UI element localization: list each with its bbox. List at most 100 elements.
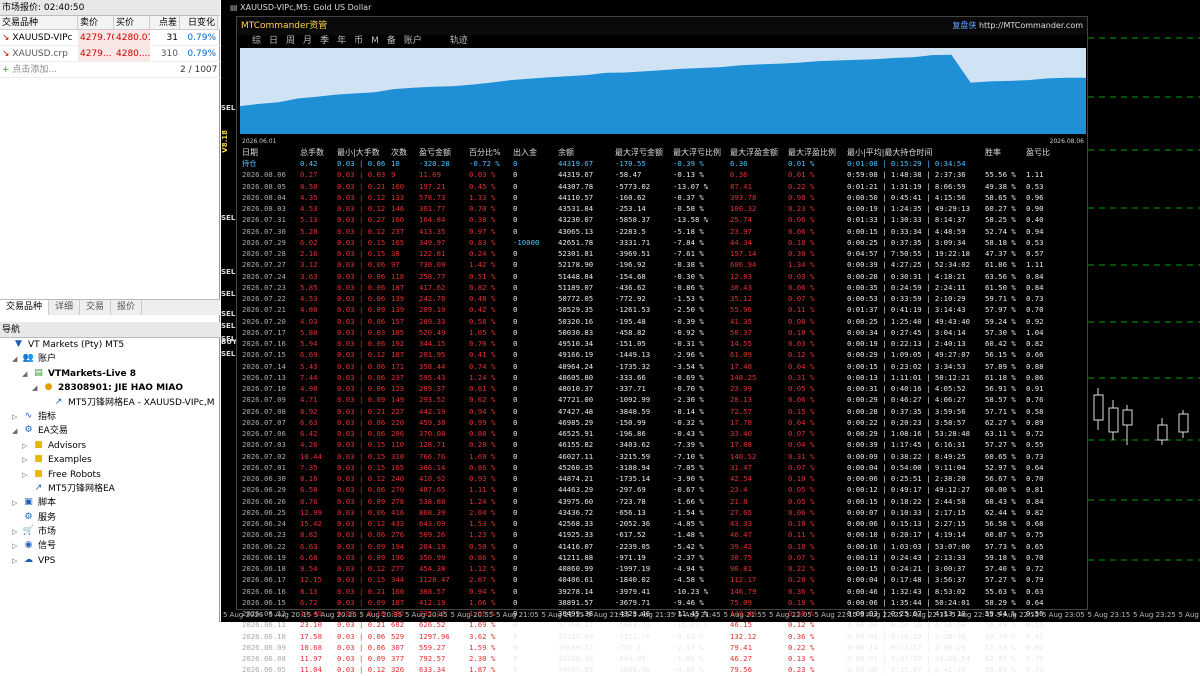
expand-icon[interactable]: ▷ bbox=[22, 468, 32, 482]
expand-icon[interactable]: ◢ bbox=[12, 352, 22, 366]
nav-item[interactable]: ▼VT Markets (Pty) MT5 bbox=[0, 338, 220, 352]
col-header[interactable]: 日期 bbox=[242, 147, 300, 158]
nav-item[interactable]: ↗MT5刀锋网格EA - XAUUSD-VIPc,M bbox=[0, 396, 220, 410]
stats-row[interactable]: 2026.07.066.420.03 | 0.06206370.080.80 %… bbox=[237, 428, 1087, 439]
nav-item[interactable]: ◢👥账户 bbox=[0, 352, 220, 366]
stats-row[interactable]: 2026.06.168.130.03 | 0.21160388.570.94 %… bbox=[237, 586, 1087, 597]
stats-row[interactable]: 2026.07.273.120.03 | 0.0697730.091.42 %0… bbox=[237, 259, 1087, 270]
stats-row[interactable]: 2026.07.094.710.03 | 0.09149293.520.62 %… bbox=[237, 394, 1087, 405]
nav-item[interactable]: ◢⚙EA交易 bbox=[0, 424, 220, 438]
stats-row[interactable]: 2026.07.156.690.03 | 0.12187201.950.41 %… bbox=[237, 349, 1087, 360]
expand-icon[interactable]: ◢ bbox=[22, 367, 32, 381]
stats-row[interactable]: 2026.06.156.720.03 | 0.09187412.191.06 %… bbox=[237, 597, 1087, 608]
tab-symbols[interactable]: 交易品种 bbox=[0, 300, 49, 315]
brand-url[interactable]: http://MTCommander.com bbox=[976, 21, 1083, 30]
stats-row[interactable]: 2026.07.165.940.03 | 0.06192344.150.70 %… bbox=[237, 338, 1087, 349]
expand-icon[interactable]: ▷ bbox=[12, 554, 22, 568]
tab-ticks[interactable]: 报价 bbox=[111, 300, 142, 315]
stats-row[interactable]: 2026.06.226.630.03 | 0.09194204.190.50 %… bbox=[237, 541, 1087, 552]
panel-tab[interactable]: 账户 bbox=[403, 35, 423, 48]
nav-item[interactable]: ▷■Advisors bbox=[0, 439, 220, 453]
stats-row[interactable]: 2026.06.268.760.03 | 0.09278538.881.24 %… bbox=[237, 496, 1087, 507]
expand-icon[interactable]: ◢ bbox=[32, 381, 42, 395]
expand-icon[interactable]: ▷ bbox=[22, 453, 32, 467]
col-header[interactable]: 胜率 bbox=[985, 147, 1026, 158]
symbol-row[interactable]: ↘ XAUUSD.crp 4279... 4280.... 310 0.79% bbox=[0, 46, 220, 62]
nav-item[interactable]: ▷∿指标 bbox=[0, 410, 220, 424]
stats-row[interactable]: 2026.07.076.630.03 | 0.06220459.380.99 %… bbox=[237, 417, 1087, 428]
panel-tab[interactable]: 币 bbox=[353, 35, 364, 48]
stats-row[interactable]: 2026.07.305.280.03 | 0.12237413.350.97 %… bbox=[237, 226, 1087, 237]
expand-icon[interactable]: ◢ bbox=[12, 424, 22, 438]
panel-tab[interactable]: 备 bbox=[386, 35, 397, 48]
panel-tab[interactable]: 月 bbox=[302, 35, 313, 48]
nav-item[interactable]: ↗MT5刀锋网格EA bbox=[0, 482, 220, 496]
panel-tab[interactable]: 周 bbox=[285, 35, 296, 48]
stats-row[interactable]: 2026.06.1712.150.03 | 0.153441128.472.87… bbox=[237, 574, 1087, 585]
stats-row[interactable]: 2026.07.315.130.03 | 0.27160164.840.38 %… bbox=[237, 214, 1087, 225]
col-header[interactable]: 出入金 bbox=[513, 147, 558, 158]
col-header[interactable]: 次数 bbox=[391, 147, 419, 158]
stats-row[interactable]: 2026.07.214.800.03 | 0.09139209.190.42 %… bbox=[237, 304, 1087, 315]
stats-row[interactable]: 2026.06.308.160.03 | 0.12240410.920.93 %… bbox=[237, 473, 1087, 484]
stats-row[interactable]: 2026.07.175.880.03 | 0.03185520.491.05 %… bbox=[237, 327, 1087, 338]
tab-trading[interactable]: 交易 bbox=[80, 300, 111, 315]
stats-row[interactable]: 2026.08.044.350.03 | 0.12133578.731.33 %… bbox=[237, 192, 1087, 203]
symbol-row[interactable]: ↘ XAUUSD-VIPc 4279.70 4280.01 31 0.79% bbox=[0, 30, 220, 46]
panel-tab[interactable]: 年 bbox=[336, 35, 347, 48]
stats-row[interactable]: 2026.06.0811.970.03 | 0.09377792.572.30 … bbox=[237, 653, 1087, 664]
nav-item[interactable]: ▷■Examples bbox=[0, 453, 220, 467]
nav-item[interactable]: ⚙服务 bbox=[0, 511, 220, 525]
expand-icon[interactable]: ▷ bbox=[22, 439, 32, 453]
stats-row[interactable]: 2026.07.0210.440.03 | 0.15310766.761.69 … bbox=[237, 451, 1087, 462]
nav-item[interactable]: ▷■Free Robots bbox=[0, 468, 220, 482]
stats-row[interactable]: 2026.07.137.440.03 | 0.06237595.431.24 %… bbox=[237, 372, 1087, 383]
col-header[interactable]: 总手数 bbox=[300, 147, 337, 158]
stats-row[interactable]: 2026.07.017.350.03 | 0.15165386.140.86 %… bbox=[237, 462, 1087, 473]
stats-row[interactable]: 2026.06.1123.100.03 | 0.21682626.521.69 … bbox=[237, 619, 1087, 630]
stats-row[interactable]: 2026.06.1017.580.03 | 0.065291297.963.62… bbox=[237, 631, 1087, 642]
stats-row[interactable]: 2026.07.282.160.03 | 0.1538122.810.24 %0… bbox=[237, 248, 1087, 259]
stats-row[interactable]: 2026.06.238.820.03 | 0.06276509.261.23 %… bbox=[237, 529, 1087, 540]
stats-row[interactable]: 2026.07.088.920.03 | 0.21227442.190.94 %… bbox=[237, 406, 1087, 417]
stats-row[interactable]: 2026.07.243.630.03 | 0.06118258.770.51 %… bbox=[237, 271, 1087, 282]
stats-row[interactable]: 2026.06.0910.680.03 | 0.06307559.271.59 … bbox=[237, 642, 1087, 653]
stats-row[interactable]: 2026.06.2512.990.03 | 0.06416868.392.04 … bbox=[237, 507, 1087, 518]
stats-row[interactable]: 2026.07.235.850.03 | 0.06187417.620.82 %… bbox=[237, 282, 1087, 293]
panel-tab[interactable]: 轨迹 bbox=[449, 35, 469, 48]
panel-tab[interactable]: M bbox=[370, 35, 380, 48]
stats-row[interactable]: 2026.06.2415.420.03 | 0.12433643.091.53 … bbox=[237, 518, 1087, 529]
stats-row[interactable]: 2026.06.0511.040.03 | 0.12326633.341.87 … bbox=[237, 664, 1087, 675]
col-header[interactable]: 百分比% bbox=[469, 147, 513, 158]
col-header[interactable]: 最大浮盈比例 bbox=[788, 147, 847, 158]
expand-icon[interactable]: ▷ bbox=[12, 410, 22, 424]
stats-row[interactable]: 2026.07.296.020.03 | 0.15165349.970.83 %… bbox=[237, 237, 1087, 248]
col-header[interactable]: 最小|大手数 bbox=[337, 147, 391, 158]
chart-menu-icon[interactable]: ▤ bbox=[230, 3, 238, 12]
expand-icon[interactable]: ▷ bbox=[12, 525, 22, 539]
col-header[interactable]: 最大浮亏金额 bbox=[615, 147, 673, 158]
col-header[interactable]: 盈亏比 bbox=[1026, 147, 1056, 158]
stats-row[interactable]: 2026.08.058.580.03 | 0.21160197.210.45 %… bbox=[237, 181, 1087, 192]
col-header[interactable]: 余额 bbox=[558, 147, 615, 158]
stats-row[interactable]: 2026.08.034.530.03 | 0.12146301.770.70 %… bbox=[237, 203, 1087, 214]
nav-item[interactable]: ◢▤VTMarkets-Live 8 bbox=[0, 367, 220, 381]
col-header[interactable]: 最大浮亏比例 bbox=[673, 147, 730, 158]
col-header[interactable]: 盈亏金额 bbox=[419, 147, 469, 158]
panel-tab[interactable]: 季 bbox=[319, 35, 330, 48]
col-header[interactable]: 最大浮盈金额 bbox=[730, 147, 788, 158]
col-bid[interactable]: 卖价 bbox=[78, 16, 114, 29]
tab-details[interactable]: 详细 bbox=[49, 300, 80, 315]
col-ask[interactable]: 买价 bbox=[114, 16, 150, 29]
nav-item[interactable]: ◢●28308901: JIE HAO MIAO bbox=[0, 381, 220, 395]
expand-icon[interactable]: ▷ bbox=[12, 496, 22, 510]
stats-row[interactable]: 2026.06.196.680.03 | 0.09196350.990.86 %… bbox=[237, 552, 1087, 563]
stats-row[interactable]: 2026.07.145.430.03 | 0.06171358.440.74 %… bbox=[237, 361, 1087, 372]
col-spread[interactable]: 点差 bbox=[150, 16, 180, 29]
panel-tab[interactable]: 综 bbox=[251, 35, 262, 48]
nav-item[interactable]: ▷◉信号 bbox=[0, 539, 220, 553]
stats-row[interactable]: 2026.08.060.270.03 | 0.03911.690.03 %044… bbox=[237, 169, 1087, 180]
stats-row[interactable]: 2026.07.224.530.03 | 0.06139242.700.48 %… bbox=[237, 293, 1087, 304]
nav-item[interactable]: ▷▣脚本 bbox=[0, 496, 220, 510]
nav-item[interactable]: ▷🛒市场 bbox=[0, 525, 220, 539]
